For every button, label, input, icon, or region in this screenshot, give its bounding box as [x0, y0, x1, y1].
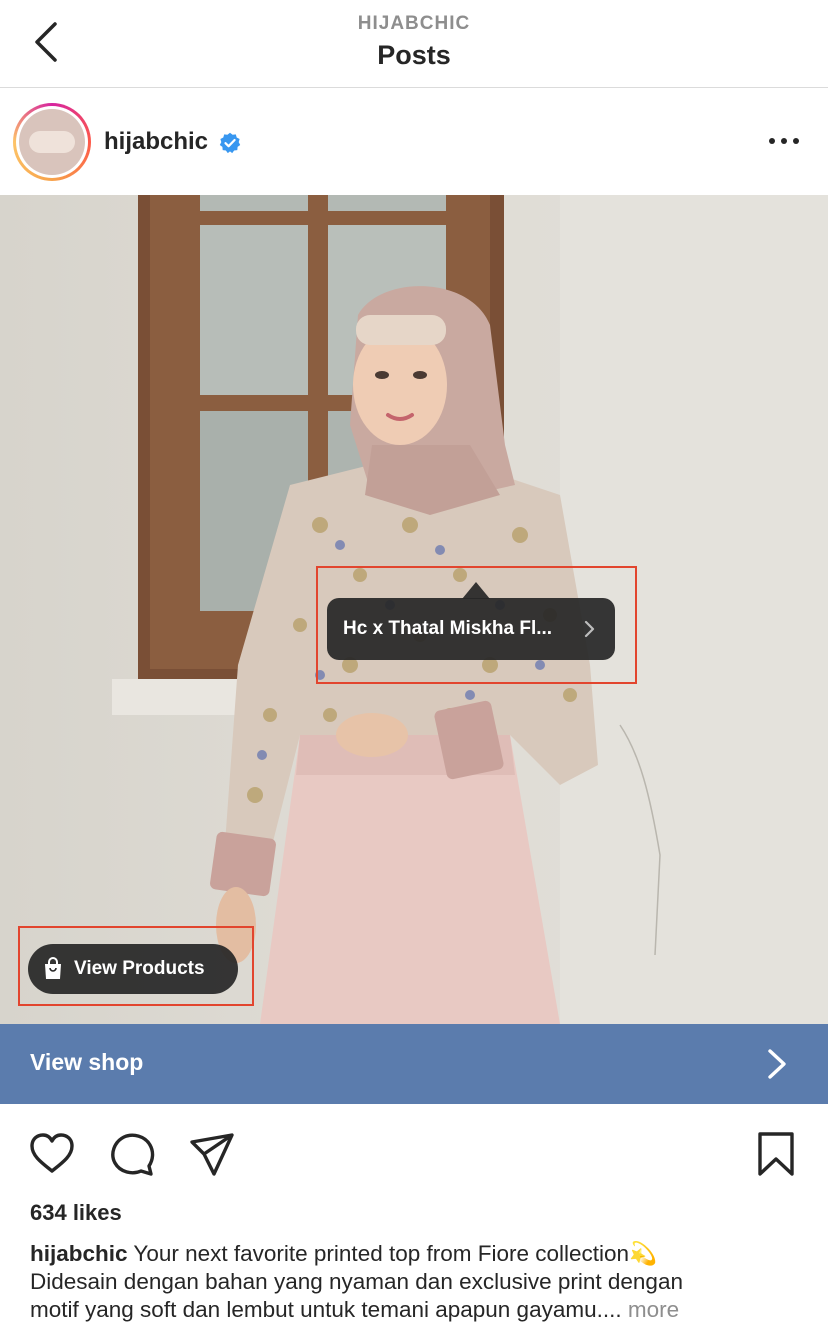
view-shop-label: View shop	[30, 1049, 144, 1075]
post-caption: hijabchic Your next favorite printed top…	[30, 1240, 810, 1324]
account-label: HIJABCHIC	[357, 13, 471, 34]
more-link[interactable]: more	[628, 1297, 679, 1322]
view-products-label: View Products	[74, 958, 205, 979]
post-actions	[0, 1104, 828, 1194]
caption-line-1: Your next favorite printed top from Fior…	[133, 1241, 658, 1266]
product-tag[interactable]: Hc x Thatal Miskha Fl...	[327, 598, 615, 660]
product-tag-label: Hc x Thatal Miskha Fl...	[343, 618, 553, 639]
view-products-button[interactable]: View Products	[28, 944, 238, 994]
verified-badge-icon	[219, 132, 241, 154]
page-title: Posts	[377, 40, 451, 70]
shopping-bag-icon	[45, 957, 61, 979]
avatar-image	[19, 109, 85, 175]
more-dots-icon	[769, 138, 775, 144]
top-bar: HIJABCHIC Posts	[0, 0, 828, 88]
post-image[interactable]: Hc x Thatal Miskha Fl... View Products	[0, 195, 828, 1024]
post-header: hijabchic	[0, 88, 828, 195]
likes-count[interactable]: 634 likes	[30, 1200, 122, 1226]
more-options-button[interactable]	[764, 126, 804, 156]
chevron-right-icon	[768, 1049, 786, 1079]
paper-plane-icon[interactable]	[188, 1130, 236, 1178]
view-shop-bar[interactable]: View shop	[0, 1024, 828, 1104]
caption-line-2: Didesain dengan bahan yang nyaman dan ex…	[30, 1269, 683, 1294]
bookmark-icon[interactable]	[752, 1130, 800, 1178]
comment-bubble-icon[interactable]	[108, 1130, 156, 1178]
caption-username[interactable]: hijabchic	[30, 1241, 128, 1266]
chevron-right-icon	[584, 620, 595, 638]
post-username[interactable]: hijabchic	[104, 128, 208, 156]
avatar[interactable]	[13, 103, 91, 181]
caption-line-3: motif yang soft dan lembut untuk temani …	[30, 1297, 622, 1322]
heart-icon[interactable]	[28, 1130, 76, 1178]
